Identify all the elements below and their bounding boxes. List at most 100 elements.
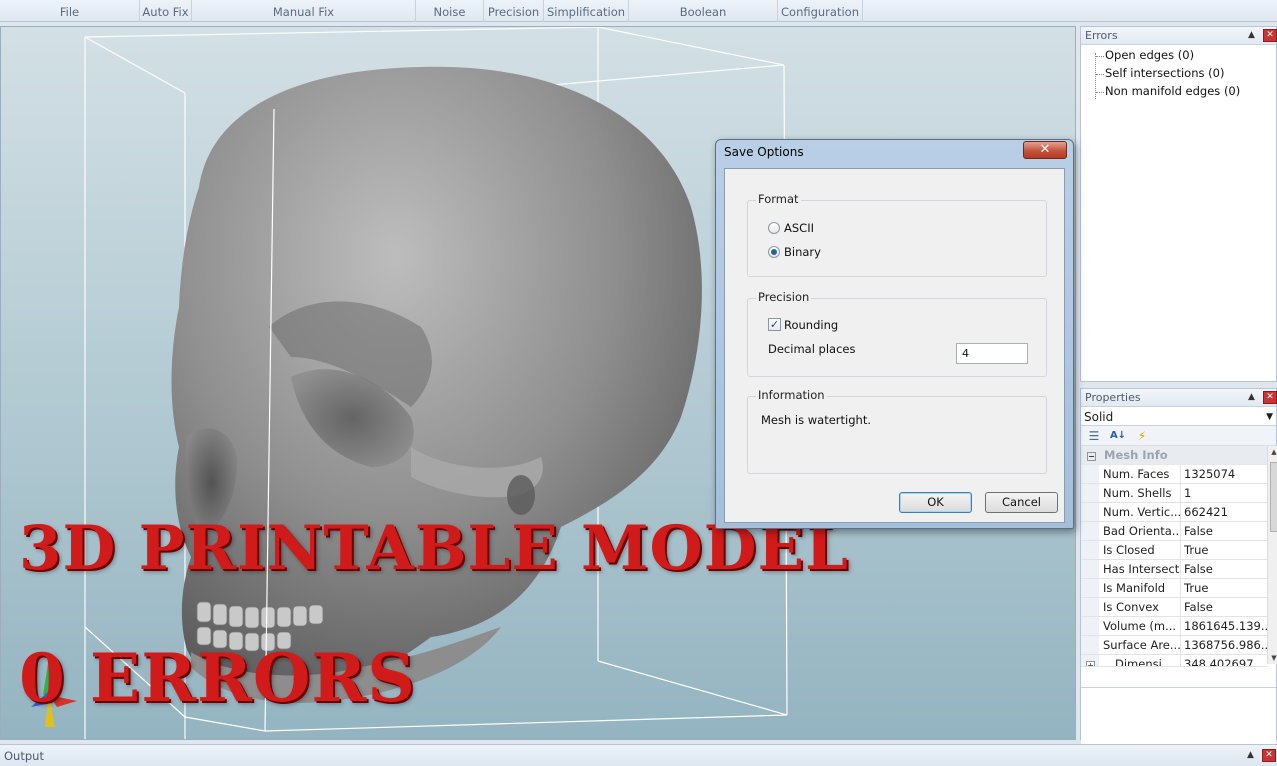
errors-panel: Errors ▲ ✕ Open edges (0) Self intersect…	[1080, 26, 1277, 382]
properties-panel: Properties ▲ ✕ Solid ▼ ☰ A↓ ⚡ − Mesh Info…	[1080, 388, 1277, 749]
property-value: 1325074	[1184, 467, 1236, 481]
row-gutter	[1081, 560, 1099, 578]
property-value: False	[1184, 600, 1213, 614]
ribbon-bar: File Auto Fix Manual Fix Noise Shells Pr…	[0, 0, 1277, 43]
property-value: 348.402697...	[1184, 657, 1265, 667]
property-row[interactable]: Is Closed True	[1081, 541, 1267, 560]
expand-icon[interactable]: +	[1086, 661, 1095, 666]
property-grid-scrollbar[interactable]: ▲ ▼	[1267, 446, 1277, 664]
property-name: Num. Vertic...	[1099, 503, 1181, 521]
cancel-button[interactable]: Cancel	[985, 492, 1058, 513]
rounding-checkbox[interactable]: ✓	[768, 318, 781, 331]
row-gutter	[1081, 522, 1099, 540]
property-name: Dimensi...	[1099, 655, 1181, 666]
property-row[interactable]: Num. Vertic... 662421	[1081, 503, 1267, 522]
tab-simplification[interactable]: Simplification	[544, 0, 629, 22]
property-row[interactable]: Volume (m... 1861645.139...	[1081, 617, 1267, 636]
chevron-down-icon: ▼	[1266, 412, 1273, 422]
row-gutter	[1081, 541, 1099, 559]
row-gutter	[1081, 598, 1099, 616]
format-group-label: Format	[756, 192, 801, 206]
tree-connector	[1096, 74, 1104, 75]
property-grid: − Mesh Info Num. Faces 1325074 Num. Shells…	[1081, 446, 1267, 667]
row-gutter	[1081, 617, 1099, 635]
tree-connector	[1096, 92, 1104, 93]
property-name: Is Manifold	[1099, 579, 1181, 597]
property-name: Num. Shells	[1099, 484, 1181, 502]
tree-connector	[1096, 56, 1104, 57]
dialog-body: Format ASCII Binary Precision ✓ Rounding…	[724, 168, 1065, 523]
skull-model	[171, 66, 702, 703]
property-value: False	[1184, 562, 1213, 576]
property-row[interactable]: Num. Faces 1325074	[1081, 465, 1267, 484]
ascii-radio[interactable]	[768, 222, 780, 234]
sort-alphabetical-icon[interactable]: A↓	[1109, 428, 1127, 444]
property-description-area	[1081, 687, 1276, 749]
row-gutter	[1081, 484, 1099, 502]
close-icon[interactable]: ✕	[1262, 749, 1276, 762]
categorized-view-icon[interactable]: ☰	[1085, 428, 1103, 444]
save-options-dialog: Save Options ✕ Format ASCII Binary Preci…	[715, 139, 1074, 529]
error-item-self-intersections[interactable]: Self intersections (0)	[1105, 66, 1224, 80]
rounding-checkbox-label[interactable]: Rounding	[784, 318, 838, 332]
output-panel-title: Output	[4, 749, 44, 763]
ascii-radio-label[interactable]: ASCII	[784, 221, 814, 235]
binary-radio[interactable]	[768, 246, 780, 258]
property-name: Has Intersects	[1099, 560, 1181, 578]
decimal-places-input[interactable]	[956, 343, 1028, 364]
precision-group: Precision ✓ Rounding Decimal places	[747, 290, 1047, 377]
close-icon[interactable]: ✕	[1263, 391, 1277, 404]
binary-radio-label[interactable]: Binary	[784, 245, 821, 259]
property-row[interactable]: Is Convex False	[1081, 598, 1267, 617]
output-panel: Output ▲ ✕	[0, 744, 1277, 766]
events-lightning-icon[interactable]: ⚡	[1133, 428, 1151, 444]
row-gutter	[1081, 465, 1099, 483]
property-row[interactable]: + Dimensi... 348.402697...	[1081, 655, 1267, 667]
property-row[interactable]: Is Manifold True	[1081, 579, 1267, 598]
row-gutter: +	[1081, 655, 1099, 666]
property-row[interactable]: Surface Are... 1368756.986...	[1081, 636, 1267, 655]
error-item-open-edges[interactable]: Open edges (0)	[1105, 48, 1194, 62]
information-text: Mesh is watertight.	[761, 413, 871, 427]
tab-boolean[interactable]: Boolean	[629, 0, 778, 22]
category-mesh-info[interactable]: − Mesh Info	[1081, 446, 1267, 465]
property-name: Volume (m...	[1099, 617, 1181, 635]
pin-icon[interactable]: ▲	[1245, 750, 1256, 761]
precision-group-label: Precision	[756, 290, 812, 304]
tab-noise-shells[interactable]: Noise Shells	[416, 0, 484, 43]
object-selector-value: Solid	[1084, 410, 1114, 424]
property-name: Surface Are...	[1099, 636, 1181, 654]
scroll-up-icon[interactable]: ▲	[1268, 446, 1277, 458]
close-icon[interactable]: ✕	[1263, 29, 1277, 42]
property-row[interactable]: Bad Orienta... False	[1081, 522, 1267, 541]
row-gutter	[1081, 503, 1099, 521]
tab-precision[interactable]: Precision	[484, 0, 544, 22]
scroll-down-icon[interactable]: ▼	[1268, 652, 1277, 664]
pin-icon[interactable]: ▲	[1246, 30, 1257, 41]
dialog-title: Save Options	[724, 145, 804, 159]
property-value: True	[1184, 581, 1209, 595]
tab-manual-fix[interactable]: Manual Fix	[192, 0, 416, 22]
dialog-close-button[interactable]: ✕	[1023, 141, 1067, 159]
tab-configuration[interactable]: Configuration	[778, 0, 863, 22]
row-gutter	[1081, 579, 1099, 597]
property-value: 1368756.986...	[1184, 638, 1267, 652]
property-row[interactable]: Has Intersects False	[1081, 560, 1267, 579]
category-label: Mesh Info	[1104, 448, 1168, 462]
collapse-icon[interactable]: −	[1087, 452, 1096, 461]
object-selector[interactable]: Solid ▼	[1081, 408, 1276, 426]
pin-icon[interactable]: ▲	[1246, 392, 1257, 403]
information-group-label: Information	[756, 388, 827, 402]
property-row[interactable]: Num. Shells 1	[1081, 484, 1267, 503]
property-value: False	[1184, 524, 1213, 538]
property-value: True	[1184, 543, 1209, 557]
scrollbar-thumb[interactable]	[1270, 462, 1277, 532]
row-gutter	[1081, 636, 1099, 654]
ok-button[interactable]: OK	[899, 492, 972, 513]
properties-toolbar: ☰ A↓ ⚡	[1081, 426, 1276, 446]
tab-file[interactable]: File	[0, 0, 140, 22]
error-item-non-manifold-edges[interactable]: Non manifold edges (0)	[1105, 84, 1240, 98]
tab-auto-fix[interactable]: Auto Fix	[140, 0, 192, 22]
property-value: 662421	[1184, 505, 1228, 519]
format-group: Format ASCII Binary	[747, 192, 1047, 277]
